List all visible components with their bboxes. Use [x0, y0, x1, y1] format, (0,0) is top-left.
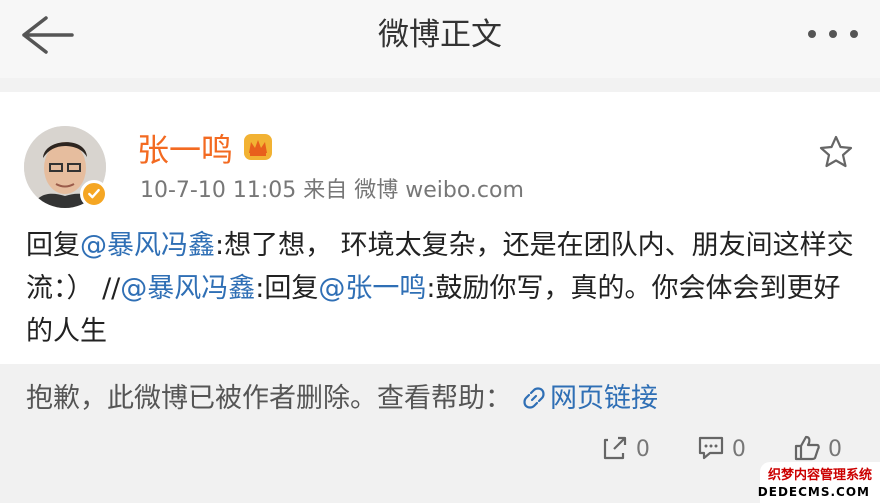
- username[interactable]: 张一鸣: [137, 130, 233, 170]
- top-bar: 微博正文: [0, 0, 880, 78]
- deleted-message-line: 抱歉，此微博已被作者删除。查看帮助： 网页链接: [26, 379, 658, 419]
- deleted-retweet-area: 抱歉，此微博已被作者删除。查看帮助： 网页链接 0 0 0: [0, 364, 880, 503]
- repost-button[interactable]: 0: [601, 433, 650, 467]
- watermark-title: 织梦内容管理系统: [767, 468, 872, 483]
- comment-button[interactable]: 0: [697, 433, 746, 467]
- content-text: 回复: [26, 230, 80, 261]
- deleted-message: 抱歉，此微博已被作者删除。查看帮助：: [26, 383, 512, 414]
- comment-count: 0: [731, 437, 746, 462]
- content-text: :回复: [255, 273, 319, 304]
- watermark-domain: DEDECMS.COM: [757, 485, 870, 499]
- link-icon: [523, 387, 545, 409]
- more-options-icon[interactable]: [806, 28, 860, 40]
- comment-icon: [698, 436, 724, 460]
- post-content: 回复@暴风冯鑫:想了想， 环境太复杂，还是在团队内、朋友间这样交流：） //@暴…: [26, 224, 856, 353]
- mention-link[interactable]: @张一鸣: [318, 273, 426, 304]
- page-title: 微博正文: [378, 17, 502, 53]
- repost-icon: [603, 436, 626, 460]
- verified-badge-icon: [80, 180, 108, 208]
- mention-link[interactable]: @暴风冯鑫: [120, 273, 255, 304]
- favorite-star-icon[interactable]: [818, 134, 854, 170]
- web-link[interactable]: 网页链接: [550, 383, 658, 414]
- crown-icon: [244, 134, 272, 160]
- like-count: 0: [828, 437, 842, 462]
- repost-count: 0: [635, 437, 650, 462]
- watermark: 织梦内容管理系统 DEDECMS.COM: [757, 462, 880, 503]
- weibo-post-card: 张一鸣 10-7-10 11:05 来自 微博 weibo.com 回复@暴风冯…: [0, 92, 880, 364]
- mention-link[interactable]: @暴风冯鑫: [80, 230, 215, 261]
- post-meta: 10-7-10 11:05 来自 微博 weibo.com: [140, 178, 524, 203]
- thumbs-up-icon: [794, 435, 820, 461]
